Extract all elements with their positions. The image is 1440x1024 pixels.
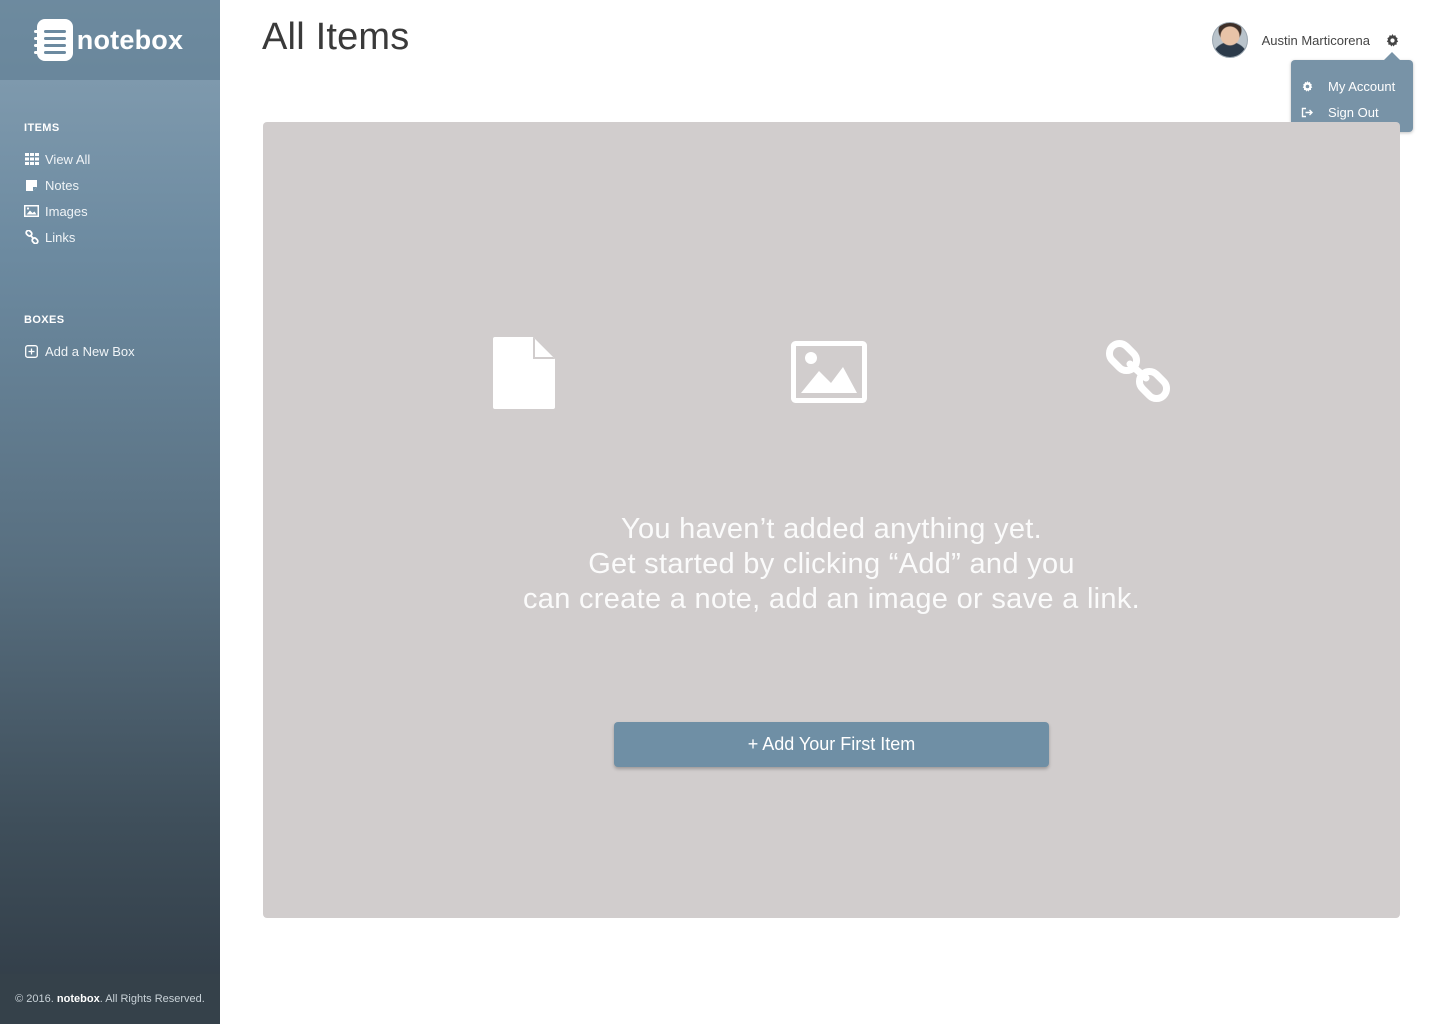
sidebar-item-notes[interactable]: Notes: [24, 172, 220, 198]
document-icon: [493, 337, 555, 414]
empty-state-panel: You haven’t added anything yet. Get star…: [263, 122, 1400, 918]
boxes-heading: BOXES: [24, 314, 65, 326]
gear-icon: [1301, 80, 1313, 92]
image-icon: [791, 341, 867, 408]
brand-name: notebox: [76, 24, 184, 55]
footer-copyright: © 2016.: [15, 993, 54, 1005]
sidebar: notebox ITEMS View All Notes Images Link…: [0, 0, 220, 1024]
brand[interactable]: notebox: [0, 0, 220, 80]
sidebar-item-label: View All: [45, 151, 91, 167]
sign-out-icon: [1301, 106, 1313, 118]
sidebar-item-label: Add a New Box: [45, 343, 135, 359]
empty-state-message: You haven’t added anything yet. Get star…: [263, 512, 1400, 617]
link-icon: [1104, 337, 1172, 410]
link-icon: [24, 230, 39, 245]
user-area: Austin Marticorena: [1211, 22, 1400, 58]
page-title: All Items: [262, 16, 410, 58]
footer-rights: . All Rights Reserved.: [99, 993, 205, 1005]
sidebar-item-links[interactable]: Links: [24, 224, 220, 250]
menu-item-my-account[interactable]: My Account: [1291, 73, 1413, 99]
user-name[interactable]: Austin Marticorena: [1262, 33, 1370, 48]
note-icon: [24, 178, 39, 193]
sidebar-item-label: Notes: [45, 177, 79, 193]
menu-item-label: Sign Out: [1328, 104, 1379, 120]
sidebar-item-view-all[interactable]: View All: [24, 146, 220, 172]
add-new-box-button[interactable]: Add a New Box: [24, 338, 220, 364]
gear-icon[interactable]: [1384, 32, 1400, 48]
sidebar-item-label: Links: [45, 229, 76, 245]
add-first-item-button[interactable]: + Add Your First Item: [614, 722, 1049, 767]
plus-square-icon: [24, 344, 39, 359]
items-section: ITEMS View All Notes Images Links BOXES …: [0, 122, 220, 364]
avatar[interactable]: [1211, 22, 1248, 58]
sidebar-item-images[interactable]: Images: [24, 198, 220, 224]
footer-brand: notebox: [56, 993, 100, 1005]
sidebar-footer: © 2016. notebox. All Rights Reserved.: [0, 974, 220, 1024]
menu-item-label: My Account: [1328, 78, 1396, 94]
sidebar-item-label: Images: [45, 203, 88, 219]
empty-state-line: Get started by clicking “Add” and you: [588, 548, 1075, 580]
grid-icon: [24, 152, 39, 167]
notebook-logo-icon: [33, 19, 73, 61]
items-heading: ITEMS: [24, 122, 60, 134]
empty-state-line: can create a note, add an image or save …: [522, 583, 1141, 615]
empty-state-line: You haven’t added anything yet.: [620, 513, 1042, 545]
image-icon: [24, 204, 39, 219]
